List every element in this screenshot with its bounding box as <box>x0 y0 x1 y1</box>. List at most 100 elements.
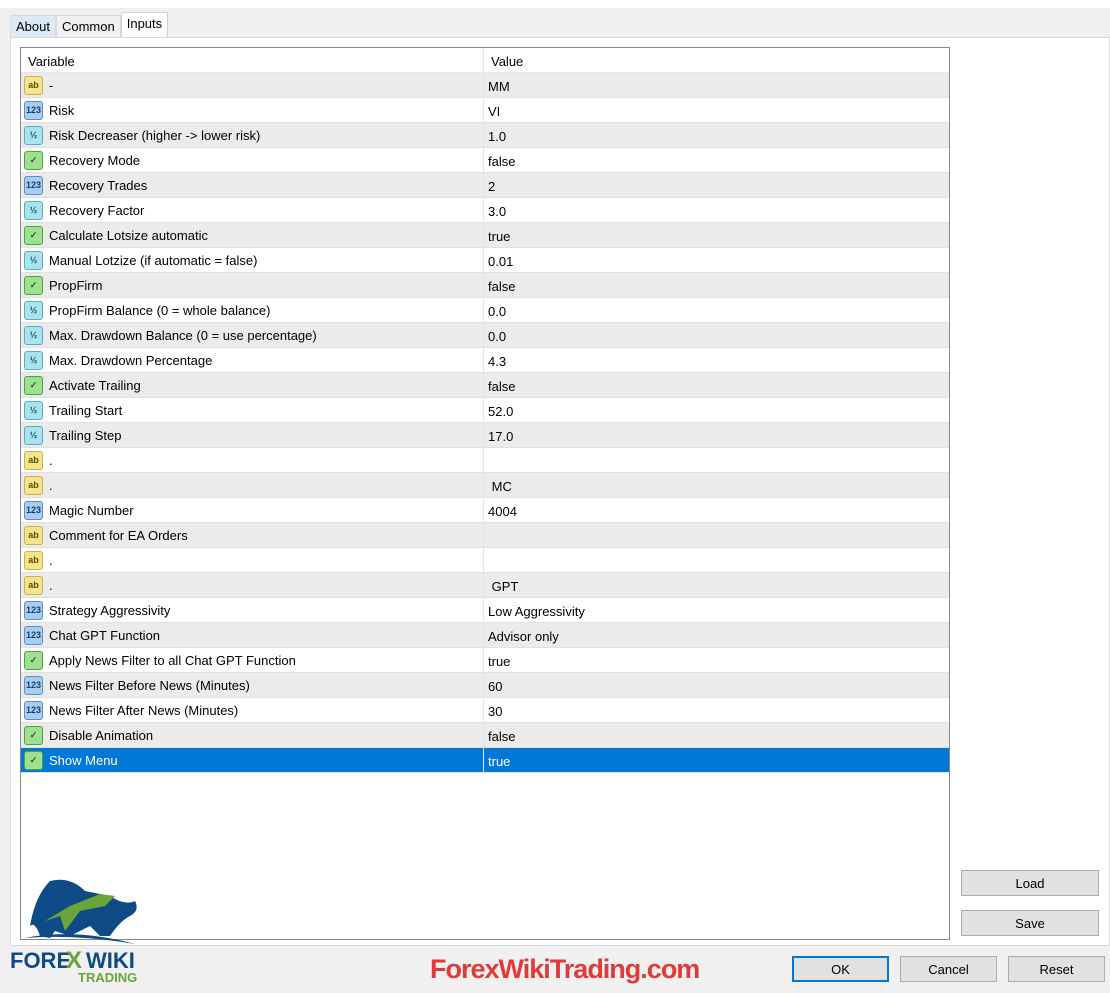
boolean-type-icon: ✓ <box>24 225 43 245</box>
value-cell[interactable]: 3.0 <box>484 198 949 222</box>
load-button[interactable]: Load <box>961 870 1099 896</box>
value-cell[interactable]: false <box>484 273 949 297</box>
table-row[interactable]: ½ Trailing Start 52.0 <box>21 398 949 423</box>
string-type-icon: ab <box>24 450 43 470</box>
table-row[interactable]: ½ Max. Drawdown Percentage 4.3 <box>21 348 949 373</box>
variable-name: Activate Trailing <box>49 377 141 393</box>
value-cell[interactable]: 2 <box>484 173 949 197</box>
save-button[interactable]: Save <box>961 910 1099 936</box>
value-cell[interactable]: false <box>484 373 949 397</box>
table-row[interactable]: ab - MM <box>21 73 949 98</box>
string-type-icon: ab <box>24 525 43 545</box>
value-cell[interactable]: VI <box>484 98 949 122</box>
variable-name: Max. Drawdown Percentage <box>49 352 213 368</box>
value-cell[interactable]: GPT <box>484 573 949 597</box>
cancel-button[interactable]: Cancel <box>900 956 997 982</box>
variable-name: Risk Decreaser (higher -> lower risk) <box>49 127 261 143</box>
table-row[interactable]: ½ Risk Decreaser (higher -> lower risk) 1.… <box>21 123 949 148</box>
table-row[interactable]: ½ Recovery Factor 3.0 <box>21 198 949 223</box>
value-cell[interactable]: true <box>484 748 949 772</box>
boolean-type-icon: ✓ <box>24 650 43 670</box>
value-cell[interactable]: 4.3 <box>484 348 949 372</box>
table-row[interactable]: ab. <box>21 448 949 473</box>
variable-cell: ½ Risk Decreaser (higher -> lower risk) <box>21 123 484 147</box>
table-header: Variable Value <box>21 48 949 73</box>
value-cell[interactable]: 0.0 <box>484 298 949 322</box>
value-cell[interactable]: MC <box>484 473 949 497</box>
boolean-type-icon: ✓ <box>24 275 43 295</box>
value-cell[interactable]: 17.0 <box>484 423 949 447</box>
table-row[interactable]: ½ Trailing Step 17.0 <box>21 423 949 448</box>
boolean-type-icon: ✓ <box>24 375 43 395</box>
table-row[interactable]: 123 News Filter After News (Minutes) 30 <box>21 698 949 723</box>
table-row[interactable]: ½ PropFirm Balance (0 = whole balance) 0.0 <box>21 298 949 323</box>
tab-about[interactable]: About <box>10 15 56 38</box>
value-cell[interactable] <box>484 448 949 472</box>
value-cell[interactable]: true <box>484 223 949 247</box>
value-cell[interactable]: 0.01 <box>484 248 949 272</box>
variable-name: Recovery Trades <box>49 177 148 193</box>
table-row[interactable]: ✓ Recovery Mode false <box>21 148 949 173</box>
value-cell[interactable]: MM <box>484 73 949 97</box>
variable-name: Apply News Filter to all Chat GPT Functi… <box>49 652 296 668</box>
value-cell[interactable]: 52.0 <box>484 398 949 422</box>
tab-inputs[interactable]: Inputs <box>120 12 169 37</box>
value-cell[interactable]: 4004 <box>484 498 949 522</box>
column-header-value[interactable]: Value <box>484 48 949 72</box>
variable-cell: ½ Trailing Start <box>21 398 484 422</box>
value-cell[interactable]: 0.0 <box>484 323 949 347</box>
value-cell[interactable] <box>484 523 949 547</box>
table-row[interactable]: ab. MC <box>21 473 949 498</box>
variable-name: Recovery Factor <box>49 202 145 218</box>
value-cell[interactable]: false <box>484 723 949 747</box>
table-row[interactable]: ✓ Apply News Filter to all Chat GPT Funct… <box>21 648 949 673</box>
value-cell[interactable]: 1.0 <box>484 123 949 147</box>
variable-cell: ✓ Apply News Filter to all Chat GPT Funct… <box>21 648 484 672</box>
value-cell[interactable] <box>484 548 949 572</box>
variable-cell: ½ Trailing Step <box>21 423 484 447</box>
integer-type-icon: 123 <box>24 500 43 520</box>
value-cell[interactable]: 60 <box>484 673 949 697</box>
table-row[interactable]: ✓ Calculate Lotsize automatic true <box>21 223 949 248</box>
variable-cell: 123 Magic Number <box>21 498 484 522</box>
variable-cell: 123 Chat GPT Function <box>21 623 484 647</box>
table-row[interactable]: ½ Max. Drawdown Balance (0 = use percenta… <box>21 323 949 348</box>
table-row[interactable]: 123 News Filter Before News (Minutes) 60 <box>21 673 949 698</box>
integer-type-icon: 123 <box>24 700 43 720</box>
table-row[interactable]: 123 Strategy Aggressivity Low Aggressivity <box>21 598 949 623</box>
variable-cell: ab. <box>21 573 484 597</box>
table-row[interactable]: 123 Magic Number 4004 <box>21 498 949 523</box>
table-row[interactable]: ½ Manual Lotzize (if automatic = false) 0.… <box>21 248 949 273</box>
table-row[interactable]: ✓ Activate Trailing false <box>21 373 949 398</box>
variable-name: PropFirm Balance (0 = whole balance) <box>49 302 271 318</box>
table-row[interactable]: 123 Chat GPT Function Advisor only <box>21 623 949 648</box>
table-row[interactable]: ✓ Disable Animation false <box>21 723 949 748</box>
tab-common[interactable]: Common <box>55 15 121 38</box>
variable-cell: ab. <box>21 548 484 572</box>
value-cell[interactable]: Advisor only <box>484 623 949 647</box>
table-row[interactable]: ab Comment for EA Orders <box>21 523 949 548</box>
column-header-variable[interactable]: Variable <box>21 48 484 72</box>
ok-button[interactable]: OK <box>792 956 889 982</box>
table-row[interactable]: ✓ PropFirm false <box>21 273 949 298</box>
variable-cell: ab. <box>21 448 484 472</box>
inputs-table: Variable Value ab - MM 123 Risk VI ½ Risk Decre… <box>20 47 950 940</box>
value-cell[interactable]: Low Aggressivity <box>484 598 949 622</box>
variable-name: Disable Animation <box>49 727 154 743</box>
variable-name: Magic Number <box>49 502 134 518</box>
variable-name: . <box>49 577 53 593</box>
variable-cell: ½ PropFirm Balance (0 = whole balance) <box>21 298 484 322</box>
double-type-icon: ½ <box>24 300 43 320</box>
table-row[interactable]: ✓ Show Menu true <box>21 748 949 773</box>
value-cell[interactable]: 30 <box>484 698 949 722</box>
value-cell[interactable]: false <box>484 148 949 172</box>
value-cell[interactable]: true <box>484 648 949 672</box>
variable-cell: ½ Manual Lotzize (if automatic = false) <box>21 248 484 272</box>
table-row[interactable]: ab. GPT <box>21 573 949 598</box>
reset-button[interactable]: Reset <box>1008 956 1105 982</box>
table-row[interactable]: 123 Recovery Trades 2 <box>21 173 949 198</box>
string-type-icon: ab <box>24 575 43 595</box>
table-row[interactable]: 123 Risk VI <box>21 98 949 123</box>
variable-name: . <box>49 552 53 568</box>
table-row[interactable]: ab. <box>21 548 949 573</box>
